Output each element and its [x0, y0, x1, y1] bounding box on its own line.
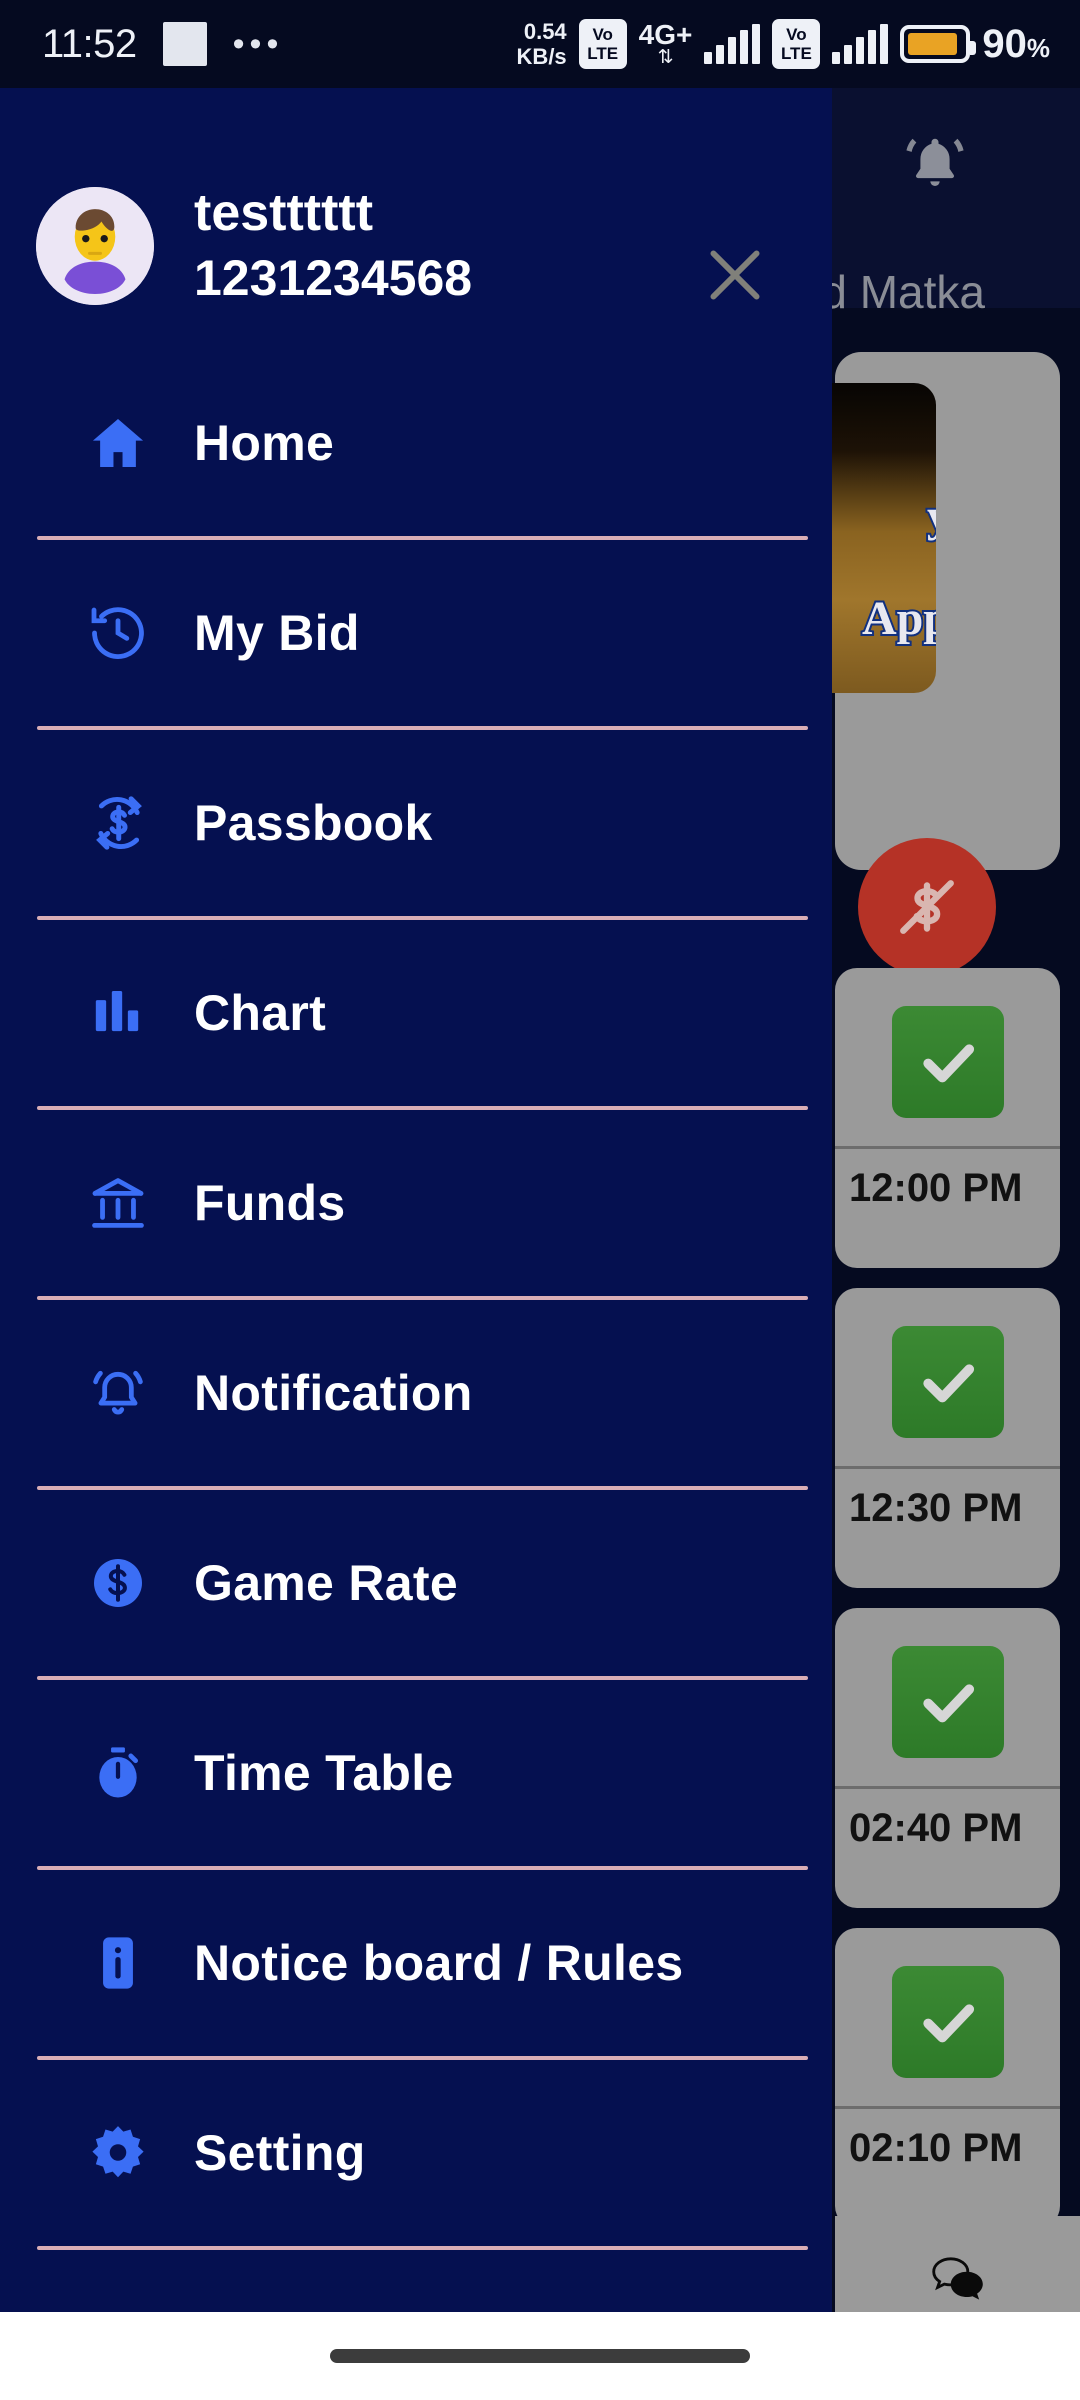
home-indicator[interactable]	[0, 2312, 1080, 2400]
menu-item-setting[interactable]: Setting	[0, 2096, 832, 2210]
info-device-icon	[86, 1931, 172, 1995]
volte-icon-2: Vo LTE	[772, 19, 821, 69]
divider	[37, 1105, 808, 1110]
divider	[37, 1485, 808, 1490]
home-icon	[86, 411, 172, 475]
volte-bottom-1: LTE	[587, 44, 619, 63]
game-card[interactable]: 12:00 PM	[835, 968, 1060, 1268]
network-speed-value: 0.54	[523, 19, 567, 44]
divider	[37, 2245, 808, 2250]
signal-bars-1	[704, 24, 761, 64]
check-icon	[891, 1326, 1004, 1438]
menu-label: Passbook	[194, 794, 433, 851]
network-type-group: 4G+ ⇅	[638, 18, 693, 68]
menu-label: Chart	[194, 984, 327, 1041]
bank-icon	[86, 1171, 172, 1235]
volte-icon-1: Vo LTE	[578, 19, 627, 69]
menu-label: Game Rate	[194, 1554, 458, 1611]
check-icon	[891, 1966, 1004, 2078]
game-card[interactable]: 02:10 PM	[835, 1928, 1060, 2228]
menu-label: Funds	[194, 1174, 346, 1231]
check-icon	[891, 1006, 1004, 1118]
divider	[37, 535, 808, 540]
more-dots-icon: •••	[232, 25, 284, 63]
data-arrows-icon: ⇅	[657, 46, 674, 68]
blank-square-icon	[162, 22, 207, 66]
game-card[interactable]: 02:40 PM	[835, 1608, 1060, 1908]
check-icon	[891, 1646, 1004, 1758]
battery-percent-value: 90	[982, 21, 1027, 66]
home-indicator-bar	[330, 2349, 750, 2363]
divider	[37, 725, 808, 730]
game-time: 02:10 PM	[835, 2106, 1060, 2184]
game-time: 02:40 PM	[835, 1786, 1060, 1864]
phone-screen: .0 sted Matka y l App Withdraw	[0, 0, 1080, 2400]
history-clock-icon	[86, 601, 172, 665]
status-bar-right: 0.54 KB/s Vo LTE 4G+ ⇅ Vo LTE 90%	[517, 19, 1080, 69]
battery-percent-symbol: %	[1026, 32, 1050, 63]
battery-icon	[900, 25, 977, 63]
user-phone: 1231234568	[194, 249, 473, 306]
game-time: 12:30 PM	[835, 1466, 1060, 1544]
status-bar: 11:52 ••• 0.54 KB/s Vo LTE 4G+ ⇅ Vo LTE	[0, 0, 1080, 88]
divider	[37, 1295, 808, 1300]
drawer-header: testttttt 1231234568	[0, 88, 832, 308]
chat-bubbles-icon	[931, 2257, 983, 2300]
divider	[37, 915, 808, 920]
user-info: testttttt 1231234568	[194, 184, 472, 308]
gear-icon	[86, 2121, 172, 2185]
menu-label: Time Table	[194, 1744, 454, 1801]
divider	[37, 1675, 808, 1680]
volte-top-1: Vo	[592, 25, 613, 44]
divider	[37, 1865, 808, 1870]
menu-label: Setting	[194, 2124, 366, 2181]
navigation-drawer: testttttt 1231234568 Home My Bid Passboo…	[0, 88, 832, 2400]
signal-bars-2	[832, 24, 889, 64]
menu-item-chart[interactable]: Chart	[0, 956, 832, 1070]
user-name: testttttt	[194, 184, 374, 242]
network-type: 4G+	[638, 18, 693, 50]
network-speed-unit: KB/s	[516, 44, 567, 69]
promo-banner[interactable]: y l App	[826, 383, 936, 693]
menu-item-notice-board-rules[interactable]: Notice board / Rules	[0, 1906, 832, 2020]
stopwatch-icon	[86, 1741, 172, 1805]
status-bar-left: 11:52 •••	[0, 22, 283, 67]
user-avatar-icon	[36, 186, 154, 305]
network-speed: 0.54 KB/s	[517, 19, 567, 69]
clock: 11:52	[42, 21, 137, 66]
bar-chart-icon	[86, 982, 172, 1044]
menu-item-notification[interactable]: Notification	[0, 1336, 832, 1450]
volte-bottom-2: LTE	[780, 44, 812, 63]
menu-label: Notification	[194, 1364, 473, 1421]
bell-ringing-icon	[86, 1361, 172, 1425]
menu-item-my-bid[interactable]: My Bid	[0, 576, 832, 690]
menu-label: Home	[194, 414, 335, 471]
menu-item-funds[interactable]: Funds	[0, 1146, 832, 1260]
banner-line-2: l	[826, 541, 936, 591]
menu-item-time-table[interactable]: Time Table	[0, 1716, 832, 1830]
close-icon[interactable]	[698, 238, 772, 312]
divider	[37, 2055, 808, 2060]
banner-line-1: y	[826, 491, 936, 541]
bell-icon[interactable]	[900, 130, 970, 200]
menu-item-home[interactable]: Home	[0, 386, 832, 500]
menu-label: Notice board / Rules	[194, 1934, 684, 1991]
drawer-menu: Home My Bid Passbook Chart Funds Notific…	[0, 386, 832, 2400]
banner-line-3: App	[860, 592, 936, 645]
game-time: 12:00 PM	[835, 1146, 1060, 1224]
game-card[interactable]: 12:30 PM	[835, 1288, 1060, 1588]
withdraw-button[interactable]	[858, 838, 996, 976]
dollar-circle-icon	[86, 1551, 172, 1615]
menu-item-game-rate[interactable]: Game Rate	[0, 1526, 832, 1640]
currency-exchange-icon	[86, 790, 172, 856]
volte-top-2: Vo	[786, 25, 807, 44]
menu-item-passbook[interactable]: Passbook	[0, 766, 832, 880]
menu-label: My Bid	[194, 604, 360, 661]
battery-percent: 90%	[982, 22, 1050, 67]
